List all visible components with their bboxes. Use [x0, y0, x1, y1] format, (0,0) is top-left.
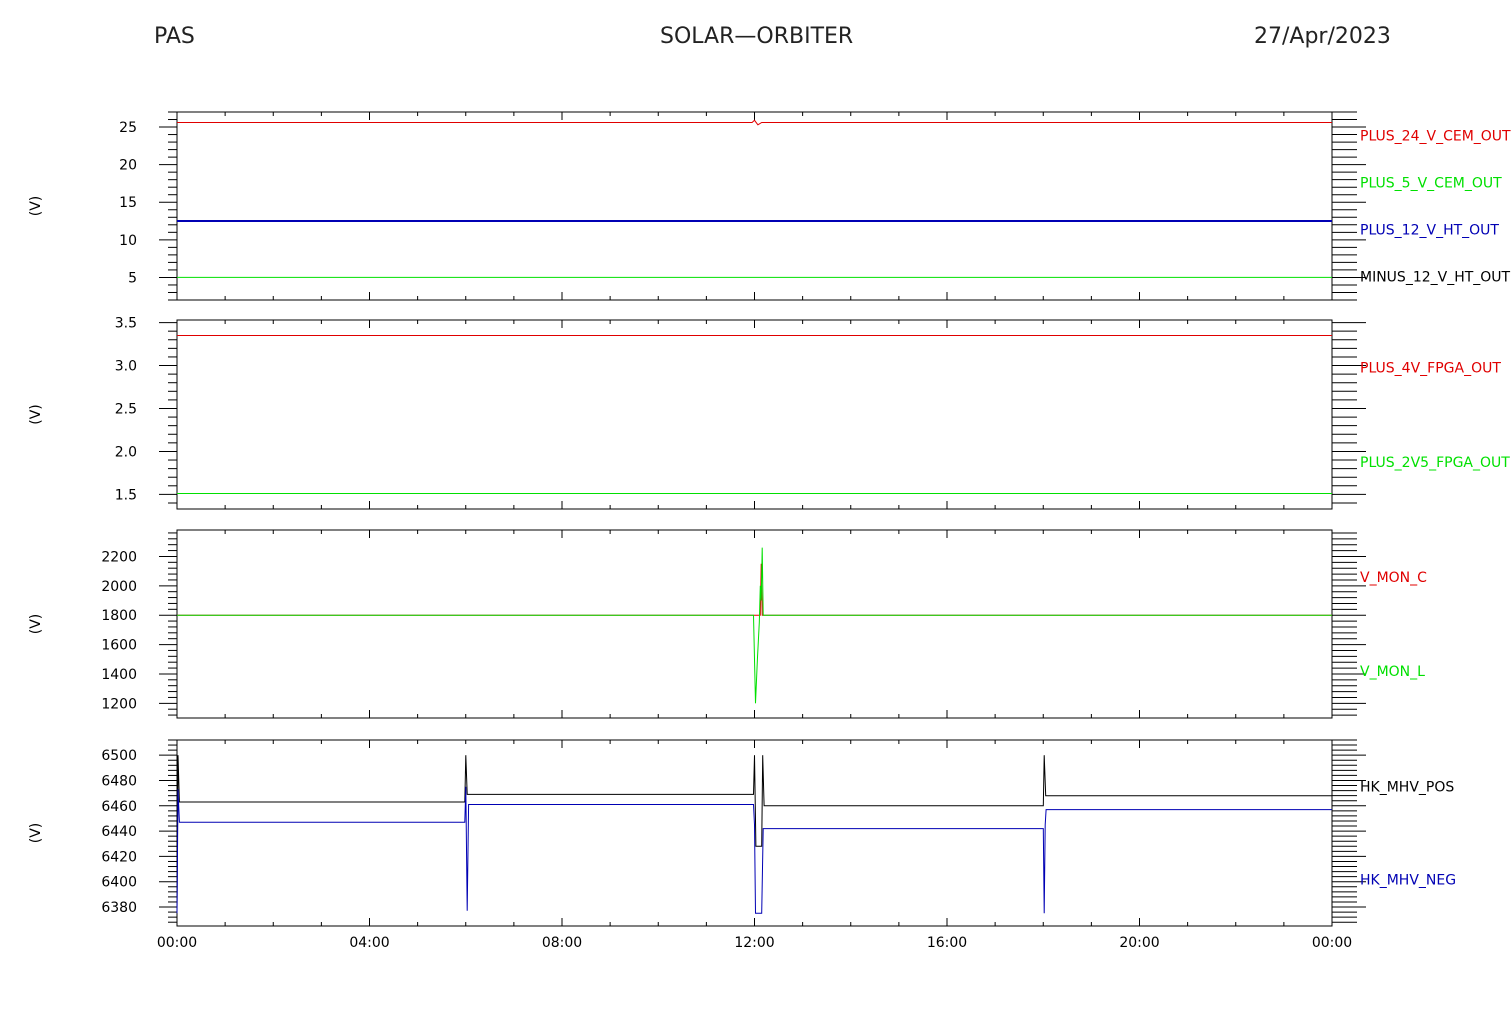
y-tick-label: 2.5	[115, 401, 137, 417]
y-tick-label: 3.5	[115, 316, 137, 332]
y-tick-label: 2000	[101, 579, 137, 595]
y-tick-label: 1200	[101, 696, 137, 712]
y-tick-label: 15	[119, 195, 137, 211]
x-tick-label: 00:00	[157, 935, 197, 951]
y-tick-label: 6380	[101, 900, 137, 916]
legend-minus-12-v-ht-out: MINUS_12_V_HT_OUT	[1360, 270, 1511, 286]
y-tick-label: 6480	[101, 773, 137, 789]
panel-3	[159, 529, 1366, 719]
x-tick-label: 12:00	[734, 935, 774, 951]
y-tick-label: 6420	[101, 849, 137, 865]
y-tick-label: 1800	[101, 608, 137, 624]
chart-canvas: 5 10 15 20 25 (V) PLUS_24_V_CEM_OUT PLUS_5_V_CE…	[28, 111, 1511, 951]
series-line-v-mon-c	[177, 563, 1332, 616]
y-tick-label: 2200	[101, 549, 137, 565]
y-tick-label: 10	[119, 233, 137, 249]
y-axis-label: (V)	[28, 196, 44, 217]
panel-1	[159, 111, 1366, 301]
y-tick-label: 1.5	[115, 487, 137, 503]
panel-frame	[176, 529, 1333, 719]
legend-plus-5-v-cem-out: PLUS_5_V_CEM_OUT	[1360, 176, 1502, 192]
y-tick-label: 2.0	[115, 444, 137, 460]
x-tick-label: 04:00	[349, 935, 389, 951]
y-axis-label: (V)	[28, 823, 44, 844]
x-tick-label: 16:00	[927, 935, 967, 951]
x-tick-label: 20:00	[1119, 935, 1159, 951]
y-tick-label: 20	[119, 158, 137, 174]
panel-frame	[176, 319, 1333, 510]
x-tick-label: 00:00	[1312, 935, 1352, 951]
panel-2	[159, 319, 1366, 510]
legend-hk-mhv-pos: HK_MHV_POS	[1360, 780, 1454, 796]
y-axis-label: (V)	[28, 404, 44, 425]
legend-plus-2v5-fpga-out: PLUS_2V5_FPGA_OUT	[1360, 455, 1510, 471]
legend-plus-4v-fpga-out: PLUS_4V_FPGA_OUT	[1360, 360, 1501, 376]
y-tick-label: 6440	[101, 824, 137, 840]
y-tick-label: 25	[119, 120, 137, 136]
legend-plus-24-v-cem-out: PLUS_24_V_CEM_OUT	[1360, 129, 1511, 145]
y-axis-label: (V)	[28, 614, 44, 635]
x-tick-label: 08:00	[542, 935, 582, 951]
y-tick-label: 3.0	[115, 359, 137, 375]
legend-v-mon-c: V_MON_C	[1360, 570, 1427, 586]
y-tick-label: 1600	[101, 638, 137, 654]
legend-plus-12-v-ht-out: PLUS_12_V_HT_OUT	[1360, 223, 1499, 239]
y-tick-label: 6400	[101, 875, 137, 891]
legend-hk-mhv-neg: HK_MHV_NEG	[1360, 873, 1456, 889]
series-line-v-mon-l	[177, 547, 1332, 704]
y-tick-label: 5	[128, 270, 137, 286]
legend-v-mon-l: V_MON_L	[1360, 664, 1425, 680]
y-tick-label: 1400	[101, 667, 137, 683]
series-line-plus-24-v-cem-out	[177, 119, 1332, 126]
panel-frame	[176, 111, 1333, 301]
y-tick-label: 6460	[101, 799, 137, 815]
series-line-hk-mhv-neg	[176, 786, 1332, 914]
y-tick-label: 6500	[101, 748, 137, 764]
panel-4	[159, 739, 1366, 927]
